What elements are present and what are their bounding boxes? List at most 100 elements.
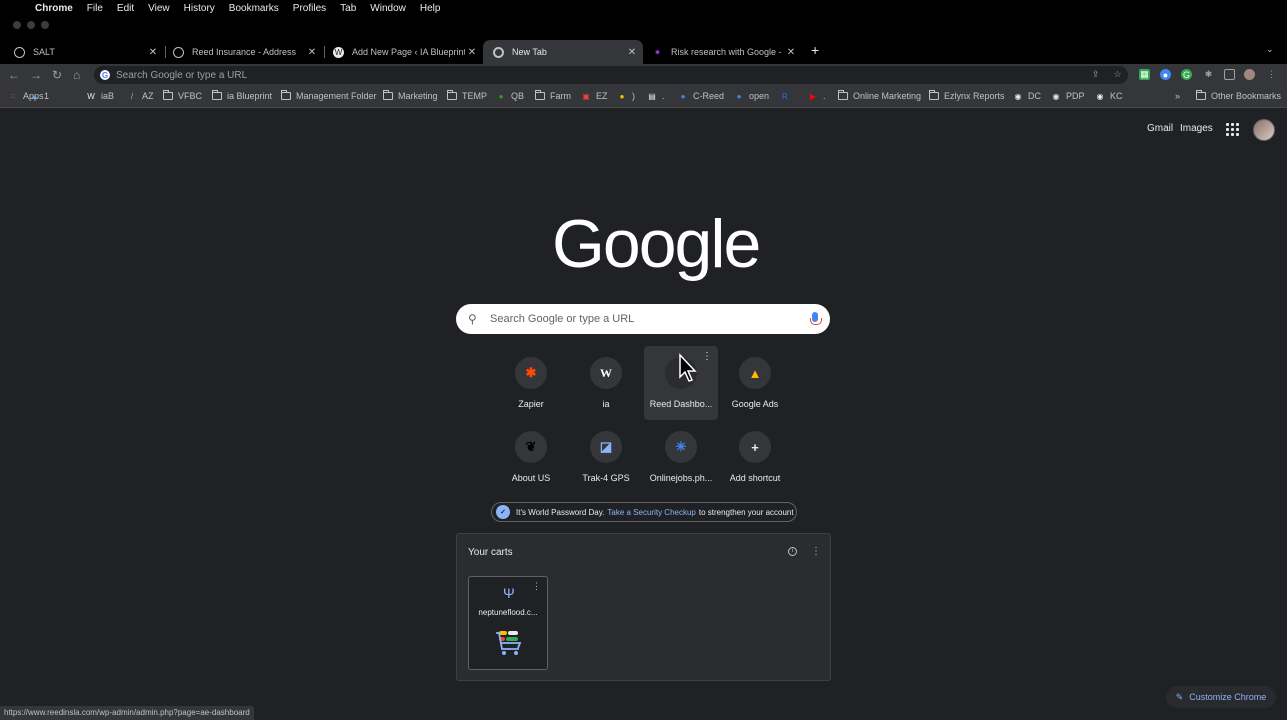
menu-bookmarks[interactable]: Bookmarks xyxy=(229,3,279,14)
shortcut-tile[interactable]: ▲ Google Ads xyxy=(718,346,792,420)
bookmark-item[interactable]: ⁙ Apps xyxy=(8,91,44,101)
bookmark-label: iaB xyxy=(101,91,115,101)
home-icon[interactable]: ⌂ xyxy=(73,68,80,82)
close-icon[interactable]: ✕ xyxy=(465,47,479,58)
shortcut-label: ia xyxy=(602,399,610,409)
bookmark-item[interactable]: Marketing xyxy=(383,90,438,101)
minimize-window-button[interactable] xyxy=(27,21,35,29)
google-logo: Google xyxy=(552,206,761,282)
gmail-link[interactable]: Gmail xyxy=(1147,123,1173,134)
new-tab-button[interactable]: + xyxy=(811,42,819,58)
close-window-button[interactable] xyxy=(13,21,21,29)
tab-new-tab[interactable]: New Tab ✕ xyxy=(483,40,643,64)
other-bookmarks-folder[interactable]: Other Bookmarks xyxy=(1196,90,1281,101)
folder-icon xyxy=(383,90,393,101)
menu-view[interactable]: View xyxy=(148,3,170,14)
microphone-icon[interactable] xyxy=(810,312,822,325)
back-arrow-icon[interactable]: ← xyxy=(8,68,20,82)
bookmark-item[interactable]: ● C-Reed xyxy=(678,91,724,101)
reload-icon[interactable]: ↻ xyxy=(52,68,62,82)
shortcut-kebab-icon[interactable]: ⋮ xyxy=(702,351,712,362)
globe-icon: ◉ xyxy=(1014,91,1022,101)
kebab-menu-icon[interactable]: ⋮ xyxy=(1266,69,1277,80)
google-apps-icon[interactable] xyxy=(1226,123,1239,136)
bookmark-item[interactable]: VFBC xyxy=(163,90,202,101)
star-icon[interactable]: ☆ xyxy=(1112,69,1123,80)
extension-sheets-icon[interactable]: ▦ xyxy=(1139,69,1150,80)
bookmark-label: DC xyxy=(1028,91,1041,101)
menu-chrome[interactable]: Chrome xyxy=(35,3,73,14)
search-box[interactable]: ⚲ xyxy=(456,304,830,334)
cart-kebab-icon[interactable]: ⋮ xyxy=(532,581,541,592)
customize-chrome-button[interactable]: ✎ Customize Chrome xyxy=(1166,686,1276,708)
folder-icon xyxy=(447,90,457,101)
zoom-window-button[interactable] xyxy=(41,21,49,29)
tab-title: Add New Page ‹ IA Blueprint — xyxy=(352,47,465,57)
tab-add-new-page[interactable]: W Add New Page ‹ IA Blueprint — ✕ xyxy=(323,40,483,64)
bookmark-item[interactable]: Ezlynx Reports xyxy=(929,90,1005,101)
close-icon[interactable]: ✕ xyxy=(625,47,639,58)
extension-grammarly-icon[interactable]: G xyxy=(1181,69,1192,80)
bookmark-item[interactable]: ◉ DC xyxy=(1013,91,1042,101)
shortcut-tile[interactable]: ✱ Zapier xyxy=(494,346,568,420)
bookmark-item[interactable]: ●) xyxy=(617,91,635,101)
carts-kebab-icon[interactable]: ⋮ xyxy=(811,546,821,557)
bookmark-item[interactable]: ● open xyxy=(734,91,769,101)
close-icon[interactable]: ✕ xyxy=(784,47,798,58)
extension-chat-icon[interactable]: ● xyxy=(1160,69,1171,80)
info-icon[interactable]: i xyxy=(788,547,797,556)
shortcut-tile[interactable]: + Add shortcut xyxy=(718,420,792,494)
omnibox[interactable]: G Search Google or type a URL xyxy=(94,66,1128,84)
security-checkup-link[interactable]: Take a Security Checkup xyxy=(607,508,696,517)
shortcut-label: Google Ads xyxy=(731,399,779,409)
promo-prefix: It's World Password Day. xyxy=(516,507,605,517)
side-panel-icon[interactable] xyxy=(1224,69,1235,80)
bookmark-item[interactable]: Online Marketing xyxy=(838,90,921,101)
menu-edit[interactable]: Edit xyxy=(117,3,134,14)
tab-search-chevron-icon[interactable]: ⌄ xyxy=(1266,44,1274,55)
shortcut-tile[interactable]: Wia xyxy=(569,346,643,420)
tab-salt[interactable]: SALT ✕ xyxy=(4,40,164,64)
cart-card[interactable]: ⋮ Ψ neptuneflood.c... xyxy=(468,576,548,670)
search-input[interactable] xyxy=(490,313,790,325)
shortcut-tile[interactable]: ✳ Onlinejobs.ph... xyxy=(644,420,718,494)
close-icon[interactable]: ✕ xyxy=(146,47,160,58)
bookmark-item[interactable]: ia Blueprint xyxy=(212,90,272,101)
bookmark-item[interactable]: R xyxy=(780,91,795,101)
menu-window[interactable]: Window xyxy=(370,3,406,14)
extensions-puzzle-icon[interactable]: ✱ xyxy=(1203,69,1214,80)
bookmark-item[interactable]: Farm xyxy=(535,90,571,101)
menu-history[interactable]: History xyxy=(184,3,215,14)
shortcut-tile[interactable]: ❦ About US xyxy=(494,420,568,494)
account-avatar[interactable] xyxy=(1253,119,1275,141)
share-icon[interactable]: ⇪ xyxy=(1090,69,1101,80)
bookmark-item[interactable]: ◉ KC xyxy=(1095,91,1123,101)
menu-tab[interactable]: Tab xyxy=(340,3,356,14)
shortcut-tile[interactable]: ◪ Trak-4 GPS xyxy=(569,420,643,494)
chrome-icon xyxy=(493,46,504,58)
tab-risk-research[interactable]: ✷ Risk research with Google - M ✕ xyxy=(642,40,802,64)
bookmark-item[interactable]: ▣ EZ xyxy=(581,91,607,101)
bookmark-item[interactable]: TEMP xyxy=(447,90,487,101)
images-link[interactable]: Images xyxy=(1180,123,1213,134)
bookmarks-overflow-chevron-icon[interactable]: » xyxy=(1175,91,1180,101)
bookmark-item[interactable]: ● QB xyxy=(496,91,524,101)
bookmark-label: Management Folder xyxy=(296,91,377,101)
bookmark-item[interactable]: ◉ PDP xyxy=(1051,91,1085,101)
globe-icon: ◉ xyxy=(1052,91,1060,101)
browser-toolbar: ← → ↻ ⌂ G Search Google or type a URL ⇪ … xyxy=(0,64,1287,86)
shopping-cart-icon xyxy=(496,631,522,655)
menu-help[interactable]: Help xyxy=(420,3,441,14)
menu-profiles[interactable]: Profiles xyxy=(293,3,326,14)
bookmark-item[interactable]: ▤. xyxy=(647,91,664,101)
close-icon[interactable]: ✕ xyxy=(305,47,319,58)
bookmark-item[interactable]: / AZ xyxy=(127,91,154,101)
bookmark-item[interactable]: WiaB xyxy=(86,91,114,101)
ez-icon: ▣ xyxy=(582,91,590,101)
bookmark-item[interactable]: Management Folder xyxy=(281,90,377,101)
menu-file[interactable]: File xyxy=(87,3,103,14)
forward-arrow-icon[interactable]: → xyxy=(30,68,42,82)
bookmark-item[interactable]: ▶. xyxy=(808,91,826,101)
profile-avatar-icon[interactable] xyxy=(1244,69,1255,80)
tab-reed-insurance[interactable]: Reed Insurance - Address ✕ xyxy=(163,40,323,64)
